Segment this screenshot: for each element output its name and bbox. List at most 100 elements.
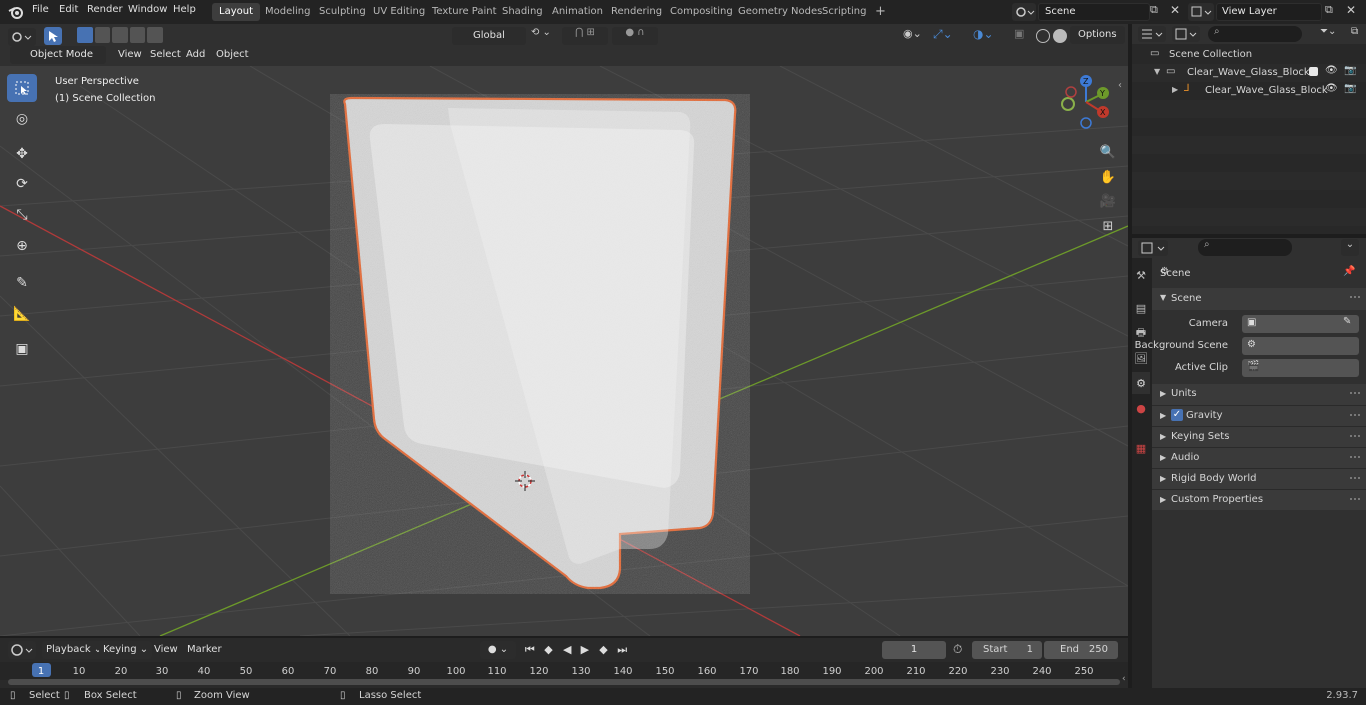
menu-help[interactable]: Help — [173, 4, 196, 15]
add-workspace-button[interactable]: + — [868, 3, 893, 21]
tab-texture-paint[interactable]: Texture Paint — [425, 3, 504, 21]
delete-scene-icon[interactable]: ✕ — [1170, 3, 1184, 21]
menu-object[interactable]: Object — [212, 46, 253, 64]
editor-type-icon[interactable] — [8, 28, 36, 46]
transform-orientation-dropdown[interactable]: Global — [452, 27, 526, 45]
select-new-icon[interactable] — [77, 27, 93, 43]
expand-collection-icon[interactable]: ▼ — [1154, 67, 1160, 76]
tab-scripting[interactable]: Scripting — [815, 3, 873, 21]
outliner-search-input[interactable]: ⌕ — [1208, 26, 1302, 42]
active-clip-field[interactable]: 🎬 — [1242, 359, 1359, 377]
3d-viewport[interactable]: User Perspective (1) Scene Collection ◎ … — [0, 66, 1128, 636]
current-frame-field[interactable]: 1 — [882, 641, 946, 659]
sidebar-toggle-icon[interactable]: ‹ — [1118, 80, 1122, 91]
outliner-editor-type-icon[interactable] — [1138, 26, 1166, 42]
blender-logo-icon[interactable] — [8, 4, 24, 20]
object-hide-icon[interactable]: 👁 — [1325, 83, 1338, 94]
solid-shading-icon[interactable] — [1053, 29, 1067, 43]
select-extend-icon[interactable] — [94, 27, 111, 43]
preview-range-icon[interactable]: ⏱ — [953, 642, 962, 657]
visibility-icon[interactable]: ◉⌄ — [903, 27, 929, 45]
annotate-tool-icon[interactable]: ✎ — [7, 269, 37, 297]
menu-file[interactable]: File — [32, 4, 49, 15]
subpanel-keying-sets[interactable]: ▶ Keying Sets — [1152, 426, 1366, 447]
gizmo-toggle-icon[interactable]: ⤢⌄ — [933, 27, 965, 45]
subpanel-gravity[interactable]: ▶ ✓ Gravity — [1152, 405, 1366, 426]
properties-search-input[interactable]: ⌕ — [1198, 239, 1292, 256]
subpanel-rigid-body-world[interactable]: ▶ Rigid Body World — [1152, 468, 1366, 489]
subpanel-custom-properties[interactable]: ▶ Custom Properties — [1152, 489, 1366, 510]
select-subtract-icon[interactable] — [112, 27, 128, 43]
start-frame-field[interactable]: Start 1 — [972, 641, 1042, 659]
outliner-row-object[interactable]: ▶ ⅃ Clear_Wave_Glass_Block 👁 📷 — [1132, 82, 1366, 100]
navigation-gizmo[interactable]: Z Y X — [1056, 74, 1120, 138]
drag-handle-icon[interactable] — [1350, 296, 1360, 302]
wireframe-shading-icon[interactable] — [1036, 29, 1050, 43]
subpanel-units[interactable]: ▶ Units — [1152, 384, 1366, 405]
play-reverse-icon[interactable]: ◀ — [559, 641, 575, 659]
texture-tab-icon[interactable]: ▦ — [1132, 437, 1150, 459]
object-mode-dropdown[interactable]: Object Mode — [10, 46, 106, 64]
pivot-point-icon[interactable]: ⟲ ⌄ — [531, 27, 557, 45]
drag-handle-icon[interactable] — [1350, 498, 1360, 504]
delete-view-layer-icon[interactable]: ✕ — [1346, 3, 1360, 21]
menu-add[interactable]: Add — [182, 46, 209, 64]
drag-handle-icon[interactable] — [1350, 414, 1360, 420]
jump-start-icon[interactable]: ⏮ — [522, 641, 538, 659]
drag-handle-icon[interactable] — [1350, 435, 1360, 441]
subpanel-audio[interactable]: ▶ Audio — [1152, 447, 1366, 468]
menu-render[interactable]: Render — [87, 4, 123, 15]
tab-modeling[interactable]: Modeling — [258, 3, 318, 21]
pin-icon[interactable]: 📌 — [1343, 266, 1355, 277]
pan-view-icon[interactable]: ✋ — [1096, 166, 1120, 188]
jump-end-icon[interactable]: ⏭ — [614, 641, 630, 659]
scale-tool-icon[interactable]: ⤡ — [7, 201, 37, 229]
outliner-filter-icon[interactable]: ⏷⌄ — [1320, 26, 1346, 42]
object-render-icon[interactable]: 📷 — [1344, 83, 1356, 94]
hide-in-viewport-icon[interactable]: 👁 — [1325, 65, 1338, 76]
measure-tool-icon[interactable]: 📐 — [7, 300, 37, 328]
select-intersect-icon[interactable] — [147, 27, 163, 43]
scene-panel-header[interactable]: ▼ Scene — [1152, 288, 1366, 310]
new-view-layer-icon[interactable]: ⧉ — [1325, 3, 1341, 21]
timeline-collapse-icon[interactable]: ‹ — [1122, 674, 1126, 684]
tab-rendering[interactable]: Rendering — [604, 3, 669, 21]
outliner-row-scene-collection[interactable]: ▭ Scene Collection — [1132, 46, 1366, 64]
play-icon[interactable]: ▶ — [577, 641, 593, 659]
tab-compositing[interactable]: Compositing — [663, 3, 740, 21]
tab-shading[interactable]: Shading — [495, 3, 550, 21]
tab-layout[interactable]: Layout — [212, 3, 260, 21]
disable-render-icon[interactable]: 📷 — [1344, 65, 1356, 76]
glass-block-object[interactable] — [330, 94, 750, 594]
add-cube-tool-icon[interactable]: ▣ — [7, 335, 37, 363]
scene-tab-icon[interactable]: ⚙ — [1132, 372, 1150, 394]
3d-cursor-icon[interactable] — [515, 471, 535, 491]
select-box-tool-icon[interactable] — [7, 74, 37, 102]
end-frame-field[interactable]: End 250 — [1044, 641, 1118, 659]
options-dropdown[interactable]: Options — [1070, 26, 1125, 44]
snapping-icon[interactable]: ⋂ ⊞ — [562, 27, 608, 45]
select-tool-icon[interactable] — [44, 27, 62, 45]
eyedropper-icon[interactable]: ✎ — [1343, 316, 1351, 327]
tool-tab-icon[interactable]: ⚒ — [1132, 264, 1150, 286]
menu-playback[interactable]: Playback ⌄ — [42, 641, 107, 659]
menu-keying[interactable]: Keying ⌄ — [99, 641, 153, 659]
render-tab-icon[interactable]: ▤ — [1132, 297, 1150, 319]
menu-edit[interactable]: Edit — [59, 4, 78, 15]
gravity-checkbox[interactable]: ✓ — [1171, 409, 1183, 421]
properties-editor-type-icon[interactable] — [1138, 240, 1168, 256]
tab-sculpting[interactable]: Sculpting — [312, 3, 373, 21]
camera-view-icon[interactable]: 🎥 — [1096, 190, 1120, 212]
background-scene-field[interactable]: ⚙ — [1242, 337, 1359, 355]
tab-animation[interactable]: Animation — [545, 3, 610, 21]
expand-object-icon[interactable]: ▶ — [1172, 85, 1178, 94]
next-keyframe-icon[interactable]: ◆ — [595, 641, 613, 659]
new-scene-icon[interactable]: ⧉ — [1150, 3, 1166, 21]
view-layer-field[interactable]: View Layer — [1216, 3, 1322, 21]
menu-select[interactable]: Select — [146, 46, 185, 64]
transform-tool-icon[interactable]: ⊕ — [7, 232, 37, 260]
menu-marker[interactable]: Marker — [183, 641, 226, 659]
outliner-row-collection[interactable]: ▼ ▭ Clear_Wave_Glass_Block 👁 📷 — [1132, 64, 1366, 82]
zoom-view-icon[interactable]: 🔍 — [1096, 141, 1120, 163]
tab-uv-editing[interactable]: UV Editing — [366, 3, 432, 21]
